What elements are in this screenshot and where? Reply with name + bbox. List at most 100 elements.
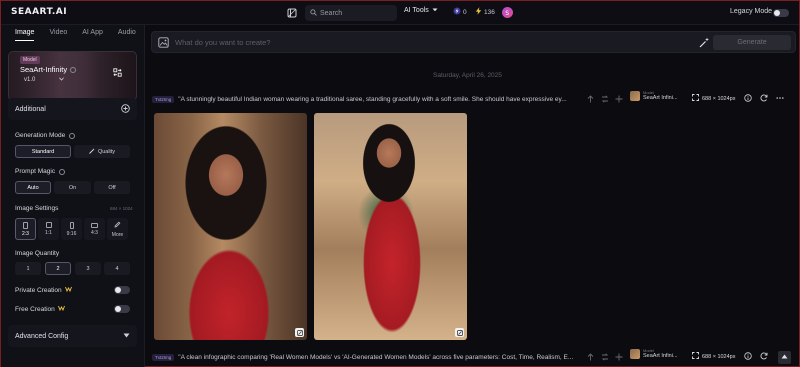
additional-label: Additional <box>15 105 46 113</box>
task-type-badge: Txt2Img <box>152 95 175 103</box>
prompt-input[interactable] <box>175 35 675 50</box>
quantity-1-button[interactable]: 1 <box>15 262 41 275</box>
task-prompt-text[interactable]: "A clean infographic comparing 'Real Wom… <box>178 354 578 361</box>
model-name: SeaArt Infini... <box>643 353 678 360</box>
ratio-square-icon <box>45 222 52 228</box>
image-edit-icon[interactable] <box>455 328 464 337</box>
prompt-magic-auto-button[interactable]: Auto <box>15 181 51 194</box>
model-name-text: SeaArt-Infinity <box>20 65 68 74</box>
image-dimensions: 684 × 1024 <box>110 206 133 211</box>
refresh-icon[interactable] <box>759 93 769 103</box>
quantity-4-button[interactable]: 4 <box>104 262 130 275</box>
model-name: SeaArt Infini... <box>643 95 678 102</box>
model-text: Model SeaArt Infini... <box>643 90 678 102</box>
svg-text:S: S <box>505 10 509 16</box>
task-model-info[interactable]: Model SeaArt Infini... <box>630 348 678 360</box>
private-creation-label: Private Creation <box>15 286 72 294</box>
ratio-2-3-label: 2:3 <box>22 230 29 237</box>
model-version-select[interactable]: v1.0 <box>24 77 65 83</box>
task-model-info[interactable]: Model SeaArt Infini... <box>630 90 678 102</box>
top-bar: SEAART.AI Search AI Tools 0 136 S Legacy… <box>1 1 799 25</box>
arrow-up-icon[interactable] <box>586 94 595 103</box>
stamina-count: 0 <box>463 8 467 16</box>
prompt-magic-off-label: Off <box>108 184 116 191</box>
model-thumbnail <box>630 91 640 102</box>
free-creation-toggle[interactable] <box>114 305 130 313</box>
task-row: Txt2Img "A stunningly beautiful Indian w… <box>152 90 788 105</box>
search-icon <box>310 8 317 18</box>
caret-down-icon <box>123 333 130 340</box>
additional-section[interactable]: Additional <box>8 98 137 120</box>
quantity-2-button[interactable]: 2 <box>45 262 71 275</box>
ratio-landscape-icon <box>91 222 98 228</box>
prompt-magic-on-button[interactable]: On <box>54 181 91 194</box>
ratio-more-button[interactable]: More <box>107 218 128 240</box>
magic-wand-icon[interactable] <box>699 37 710 50</box>
ratio-4-3-button[interactable]: 4:3 <box>84 218 105 240</box>
tab-ai-app[interactable]: AI App <box>82 29 103 41</box>
ai-tools-label: AI Tools <box>404 7 429 14</box>
tab-video[interactable]: Video <box>49 29 67 41</box>
scroll-to-top-button[interactable] <box>778 351 791 364</box>
tab-image[interactable]: Image <box>15 29 35 41</box>
arrow-up-icon[interactable] <box>586 352 595 361</box>
energy-counter[interactable]: 136 <box>475 7 495 17</box>
quantity-3-button[interactable]: 3 <box>75 262 101 275</box>
mode-quality-button[interactable]: Quality <box>74 145 130 158</box>
vip-icon <box>57 305 65 313</box>
ai-tools-menu[interactable]: AI Tools <box>404 7 438 14</box>
ratio-more-label: More <box>111 231 124 238</box>
swap-model-icon[interactable] <box>111 66 123 78</box>
generated-image[interactable] <box>154 113 307 340</box>
avatar[interactable]: S <box>502 7 513 18</box>
sidebar-toggle-icon[interactable] <box>284 5 300 21</box>
legacy-mode-toggle[interactable] <box>773 9 789 17</box>
mode-standard-button[interactable]: Standard <box>15 145 71 158</box>
info-icon[interactable] <box>743 93 753 103</box>
task-prompt-text[interactable]: "A stunningly beautiful Indian woman wea… <box>178 96 578 103</box>
task-row: Txt2Img "A clean infographic comparing '… <box>152 348 788 363</box>
remix-icon[interactable] <box>600 352 609 361</box>
private-creation-toggle[interactable] <box>114 286 130 294</box>
refresh-icon[interactable] <box>759 351 769 361</box>
model-selector-card[interactable]: Model SeaArt-Infinity v1.0 <box>8 51 137 101</box>
info-icon[interactable] <box>743 351 753 361</box>
info-icon[interactable] <box>70 66 77 73</box>
tab-audio[interactable]: Audio <box>118 29 136 41</box>
add-circle-icon[interactable] <box>121 103 130 115</box>
info-icon[interactable] <box>69 132 76 139</box>
add-icon[interactable] <box>614 94 623 103</box>
generated-image-picture <box>154 113 307 340</box>
mode-standard-label: Standard <box>31 148 55 155</box>
sidebar-tabs: Image Video AI App Audio <box>15 29 136 41</box>
add-icon[interactable] <box>614 352 623 361</box>
lightning-icon <box>475 7 482 17</box>
generate-button[interactable]: Generate <box>713 35 791 50</box>
expand-icon <box>692 94 699 103</box>
more-options-icon[interactable] <box>775 93 785 103</box>
remix-icon[interactable] <box>600 94 609 103</box>
image-quantity-text: Image Quantity <box>15 250 60 257</box>
ratio-1-1-button[interactable]: 1:1 <box>38 218 59 240</box>
quantity-4-label: 4 <box>115 265 119 272</box>
ratio-9-16-button[interactable]: 9:16 <box>61 218 82 240</box>
image-size-info: 688 × 1024px <box>692 94 736 103</box>
search-box[interactable]: Search <box>305 5 397 21</box>
advanced-config-section[interactable]: Advanced Config <box>8 325 137 347</box>
chevron-down-icon <box>59 77 65 83</box>
image-size-info: 688 × 1024px <box>692 352 736 361</box>
image-size-text: 688 × 1024px <box>702 95 736 102</box>
image-upload-icon[interactable] <box>158 37 169 50</box>
prompt-magic-on-label: On <box>68 184 77 191</box>
image-edit-icon[interactable] <box>295 328 304 337</box>
prompt-magic-text: Prompt Magic <box>15 168 56 175</box>
prompt-magic-label: Prompt Magic <box>15 168 66 175</box>
seaart-logo[interactable]: SEAART.AI <box>11 7 67 17</box>
generated-image[interactable] <box>314 113 467 340</box>
prompt-bar: Generate <box>151 31 796 53</box>
mode-quality-label: Quality <box>97 148 116 155</box>
prompt-magic-off-button[interactable]: Off <box>94 181 130 194</box>
stamina-counter[interactable]: 0 <box>453 7 467 17</box>
ratio-2-3-button[interactable]: 2:3 <box>15 218 36 240</box>
info-icon[interactable] <box>59 168 66 175</box>
